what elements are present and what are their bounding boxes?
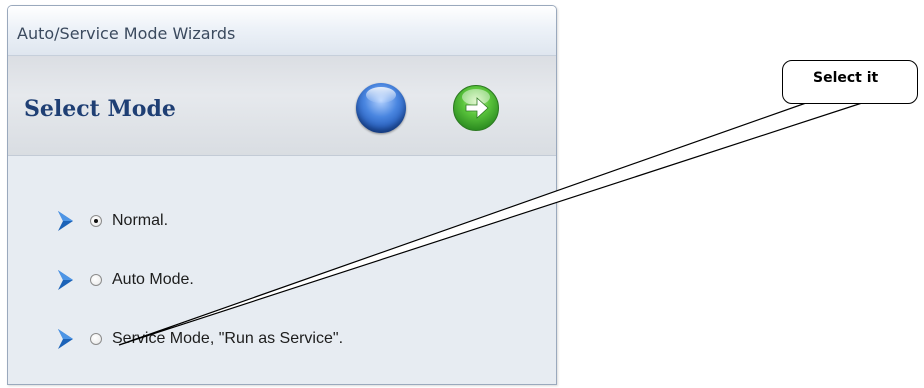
- annotation-text: Select it: [813, 70, 879, 86]
- radio-normal[interactable]: [90, 215, 102, 227]
- option-label[interactable]: Auto Mode.: [112, 271, 194, 289]
- option-service-mode[interactable]: Service Mode, "Run as Service".: [56, 327, 343, 351]
- next-arrow-button[interactable]: [452, 84, 500, 132]
- wizard-window: Auto/Service Mode Wizards Select Mode No…: [7, 5, 557, 385]
- window-titlebar: Auto/Service Mode Wizards: [8, 6, 556, 56]
- option-label[interactable]: Service Mode, "Run as Service".: [112, 330, 343, 348]
- mode-options: Normal. Auto Mode. Service Mode, "Run as…: [8, 156, 556, 384]
- annotation-callout: Select it: [782, 60, 918, 104]
- blue-orb-icon: [356, 83, 406, 133]
- page-title: Select Mode: [24, 96, 176, 122]
- radio-service-mode[interactable]: [90, 333, 102, 345]
- blue-chevron-icon: [58, 329, 73, 349]
- wizard-header: Select Mode: [8, 56, 556, 156]
- blue-chevron-icon: [58, 211, 73, 231]
- option-label[interactable]: Normal.: [112, 212, 168, 230]
- option-normal[interactable]: Normal.: [56, 209, 168, 233]
- option-auto-mode[interactable]: Auto Mode.: [56, 268, 194, 292]
- radio-auto-mode[interactable]: [90, 274, 102, 286]
- blue-chevron-icon: [58, 270, 73, 290]
- window-title: Auto/Service Mode Wizards: [17, 24, 236, 43]
